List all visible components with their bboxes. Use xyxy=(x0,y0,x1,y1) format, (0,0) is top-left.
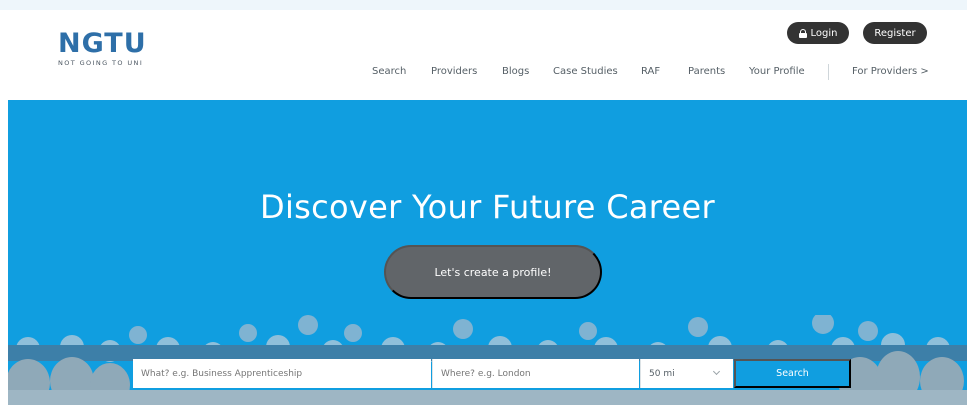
nav-item-for-providers[interactable]: For Providers > xyxy=(852,66,929,77)
lock-icon xyxy=(798,28,807,38)
site-logo[interactable]: NGTU NOT GOING TO UNI xyxy=(58,28,147,68)
nav-item-providers[interactable]: Providers xyxy=(431,66,477,77)
nav-item-raf[interactable]: RAF xyxy=(641,66,660,77)
create-profile-button[interactable]: Let's create a profile! xyxy=(384,245,602,299)
nav-item-parents[interactable]: Parents xyxy=(688,66,725,77)
chevron-down-icon xyxy=(712,367,721,376)
register-label: Register xyxy=(874,27,916,39)
where-input[interactable] xyxy=(432,359,639,388)
login-button[interactable]: Login xyxy=(787,22,849,44)
distance-value: 50 mi xyxy=(649,368,675,379)
search-button[interactable]: Search xyxy=(734,359,851,388)
hero-title: Discover Your Future Career xyxy=(260,188,715,226)
main-nav: Search Providers Blogs Case Studies RAF … xyxy=(0,64,967,80)
create-profile-label: Let's create a profile! xyxy=(434,265,552,279)
top-strip xyxy=(0,0,967,10)
job-search-bar: 50 mi Search xyxy=(133,359,851,388)
nav-item-case-studies[interactable]: Case Studies xyxy=(553,66,618,77)
distance-select[interactable]: 50 mi xyxy=(640,359,733,388)
site-header: NGTU NOT GOING TO UNI Login Register Sea… xyxy=(0,10,967,100)
search-button-label: Search xyxy=(776,368,809,379)
nav-item-blogs[interactable]: Blogs xyxy=(502,66,529,77)
nav-divider xyxy=(828,64,829,80)
nav-item-search[interactable]: Search xyxy=(372,66,406,77)
login-label: Login xyxy=(810,27,838,39)
nav-item-your-profile[interactable]: Your Profile xyxy=(749,66,805,77)
what-input[interactable] xyxy=(133,359,431,388)
register-button[interactable]: Register xyxy=(863,22,927,44)
logo-wordmark: NGTU xyxy=(58,28,147,59)
